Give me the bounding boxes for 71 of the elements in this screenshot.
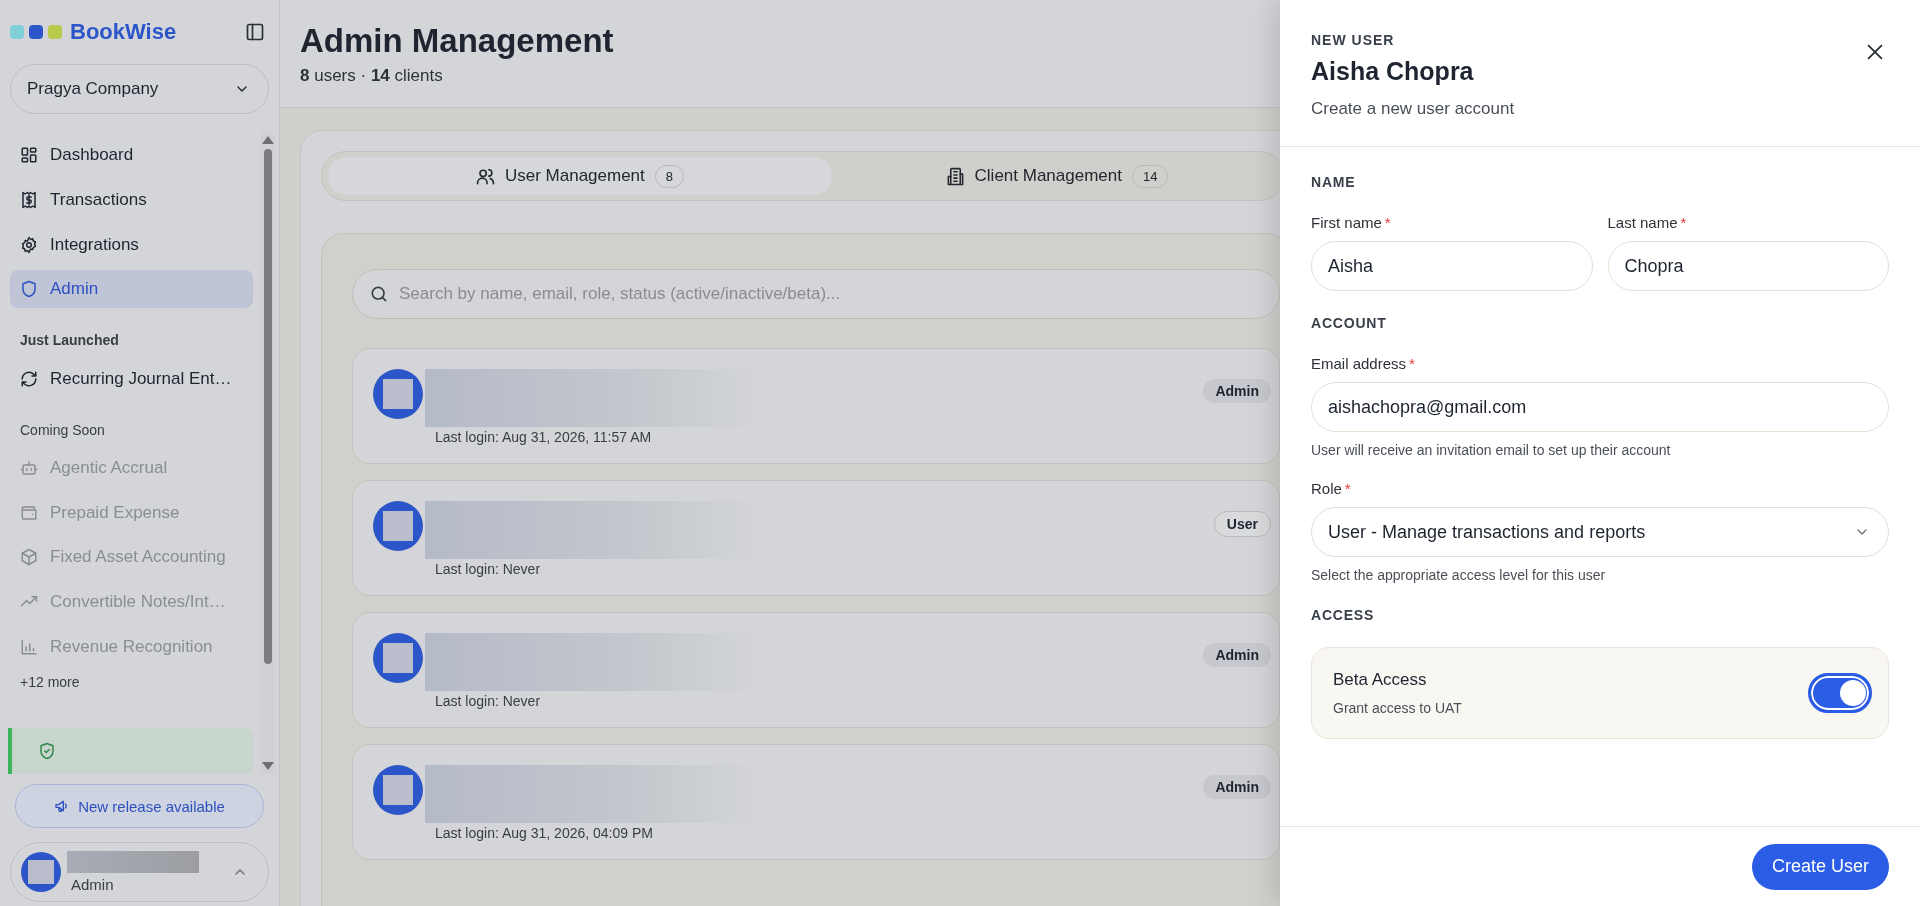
user-card[interactable]: Last login: Never Admin	[352, 612, 1280, 728]
toggle-switch[interactable]	[1808, 673, 1872, 713]
dollar-receipt-icon	[20, 191, 38, 210]
bar-chart-icon	[20, 637, 38, 656]
user-menu[interactable]: Admin	[10, 842, 269, 902]
nav-item[interactable]: Recurring Journal Ent…	[10, 359, 253, 398]
tab[interactable]: Client Management 14	[836, 157, 1278, 195]
avatar	[21, 852, 61, 893]
role-tag: User	[1213, 511, 1271, 537]
avatar	[373, 765, 423, 815]
last-login: Last login: Never	[434, 693, 542, 709]
page-title: Admin Management	[300, 22, 614, 60]
dashboard-icon	[20, 146, 38, 165]
section-heading: Just Launched	[20, 331, 119, 348]
avatar	[373, 633, 423, 683]
gear-icon	[20, 235, 38, 254]
search-icon	[369, 284, 389, 304]
robot-icon	[20, 459, 38, 478]
drawer-eyebrow: NEW USER	[1311, 32, 1396, 48]
user-card[interactable]: Last login: Aug 31, 2026, 11:57 AM Admin	[352, 348, 1280, 464]
field-label: Role *	[1311, 480, 1352, 497]
section-heading: NAME	[1311, 174, 1357, 190]
role-tag: Admin	[1203, 643, 1271, 667]
section-heading: ACCESS	[1311, 607, 1376, 623]
field-label: Last name *	[1607, 214, 1688, 231]
field-label: Email address *	[1311, 355, 1416, 372]
section-heading: ACCOUNT	[1311, 315, 1388, 331]
drawer-title: Aisha Chopra	[1311, 57, 1475, 86]
search-field[interactable]: Search by name, email, role, status (active/inactive/beta)...	[352, 269, 1280, 319]
brand-name: BookWise	[70, 18, 177, 45]
toggle-label: Beta Access	[1333, 670, 1428, 690]
tab[interactable]: User Management 8	[328, 157, 832, 195]
nav-item[interactable]: Admin	[10, 270, 253, 308]
nav-item[interactable]: Dashboard	[10, 136, 253, 175]
role-tag: Admin	[1203, 775, 1271, 799]
user-role: Admin	[70, 876, 114, 894]
last-login: Last login: Aug 31, 2026, 11:57 AM	[434, 429, 653, 445]
nav-item[interactable]: Integrations	[10, 225, 253, 264]
last-login: Last login: Aug 31, 2026, 04:09 PM	[434, 825, 654, 841]
panel-icon	[245, 21, 265, 42]
user-card[interactable]: Last login: Never User	[352, 480, 1280, 596]
more-link[interactable]: +12 more	[20, 674, 80, 691]
users-icon	[475, 166, 495, 186]
user-card[interactable]: Last login: Aug 31, 2026, 04:09 PM Admin	[352, 744, 1280, 860]
last-login: Last login: Never	[434, 561, 542, 577]
toggle-description: Grant access to UAT	[1333, 700, 1462, 716]
role-tag: Admin	[1203, 379, 1271, 403]
drawer-subtitle: Create a new user account	[1311, 99, 1515, 119]
role-dropdown[interactable]: User - Manage transactions and reports	[1311, 507, 1889, 557]
scrollbar[interactable]	[261, 131, 275, 775]
nav-item[interactable]: Transactions	[10, 181, 253, 219]
avatar	[373, 501, 423, 551]
logo-icon	[10, 24, 62, 39]
input-field[interactable]: Chopra	[1607, 241, 1889, 291]
wallet-icon	[20, 503, 38, 522]
building-icon	[945, 166, 965, 186]
input-field[interactable]: aishachopra@gmail.com	[1311, 382, 1889, 432]
help-text: User will receive an invitation email to set up their account	[1311, 442, 1672, 458]
input-field[interactable]: Aisha	[1311, 241, 1593, 291]
company-selector[interactable]: Pragya Company	[10, 63, 269, 114]
create-user-button[interactable]: Create User	[1751, 843, 1889, 890]
help-text: Select the appropriate access level for this user	[1311, 567, 1607, 583]
avatar	[373, 369, 423, 419]
shield-icon	[20, 280, 38, 299]
shield-check-icon	[38, 742, 56, 761]
field-label: First name *	[1311, 214, 1392, 231]
refresh-icon	[20, 369, 38, 388]
release-button[interactable]: New release available	[15, 784, 264, 829]
cube-icon	[20, 548, 38, 567]
section-heading: Coming Soon	[20, 421, 105, 438]
summary-text: 8 users · 14 clients	[300, 66, 443, 86]
